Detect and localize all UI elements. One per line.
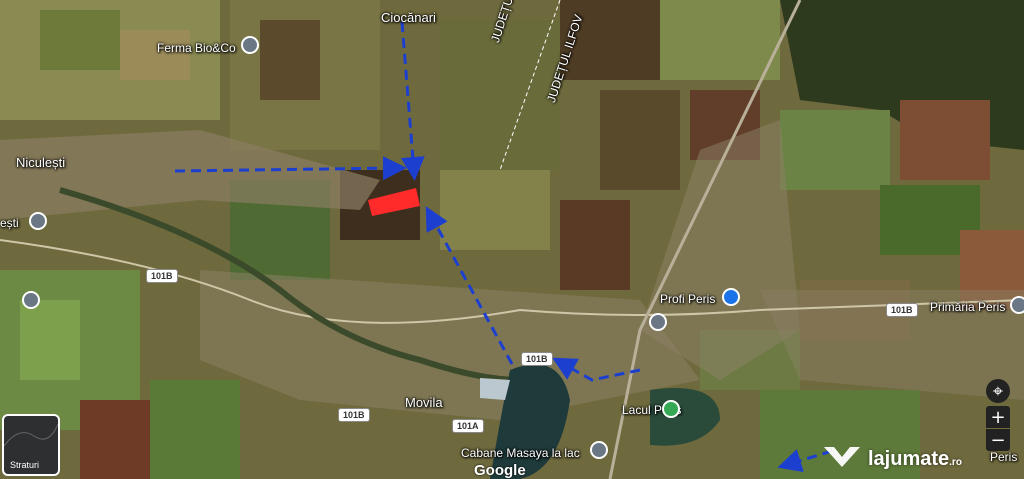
road-shield: 101A — [452, 419, 484, 433]
road-shield: 101B — [338, 408, 370, 422]
label-ciocanari: Ciocănari — [381, 10, 436, 25]
label-peris-partial: Peris — [990, 450, 1018, 464]
locate-button[interactable]: ⌖ — [986, 379, 1010, 403]
place-pin-icon[interactable] — [241, 36, 259, 54]
label-niculesti: Niculești — [16, 155, 66, 170]
lajumate-logo-icon — [824, 447, 860, 467]
satellite-imagery — [0, 0, 1024, 479]
label-cabane: Cabane Masaya la lac — [461, 446, 580, 460]
layers-button[interactable]: Straturi — [2, 414, 60, 476]
label-movila: Movila — [405, 395, 443, 410]
terrain-preview-icon — [4, 423, 58, 447]
zoom-out-button[interactable]: − — [986, 429, 1010, 451]
place-pin-icon[interactable] — [1010, 296, 1024, 314]
watermark: lajumate.ro — [868, 448, 962, 471]
label-profi: Profi Peris — [660, 292, 716, 306]
museum-pin-icon[interactable] — [29, 212, 47, 230]
road-shield: 101B — [146, 269, 178, 283]
park-pin-icon[interactable] — [662, 400, 680, 418]
road-shield: 101B — [886, 303, 918, 317]
watermark-brand: lajumate — [868, 448, 950, 470]
label-ferma: Ferma Bio&Co — [157, 41, 236, 55]
zoom-in-button[interactable]: + — [986, 406, 1010, 428]
label-esti: ești — [0, 216, 19, 230]
label-primaria: Primăria Peris — [930, 300, 1006, 314]
road-shield: 101B — [521, 352, 553, 366]
place-pin-icon[interactable] — [22, 291, 40, 309]
layers-label: Straturi — [10, 460, 40, 470]
place-pin-icon[interactable] — [649, 313, 667, 331]
map-view[interactable]: Ciocănari Ferma Bio&Co Niculești ești JU… — [0, 0, 1024, 479]
shopping-cart-pin-icon[interactable] — [722, 288, 740, 306]
watermark-tld: .ro — [949, 457, 962, 468]
google-attribution: Google — [474, 462, 526, 479]
place-pin-icon[interactable] — [590, 441, 608, 459]
